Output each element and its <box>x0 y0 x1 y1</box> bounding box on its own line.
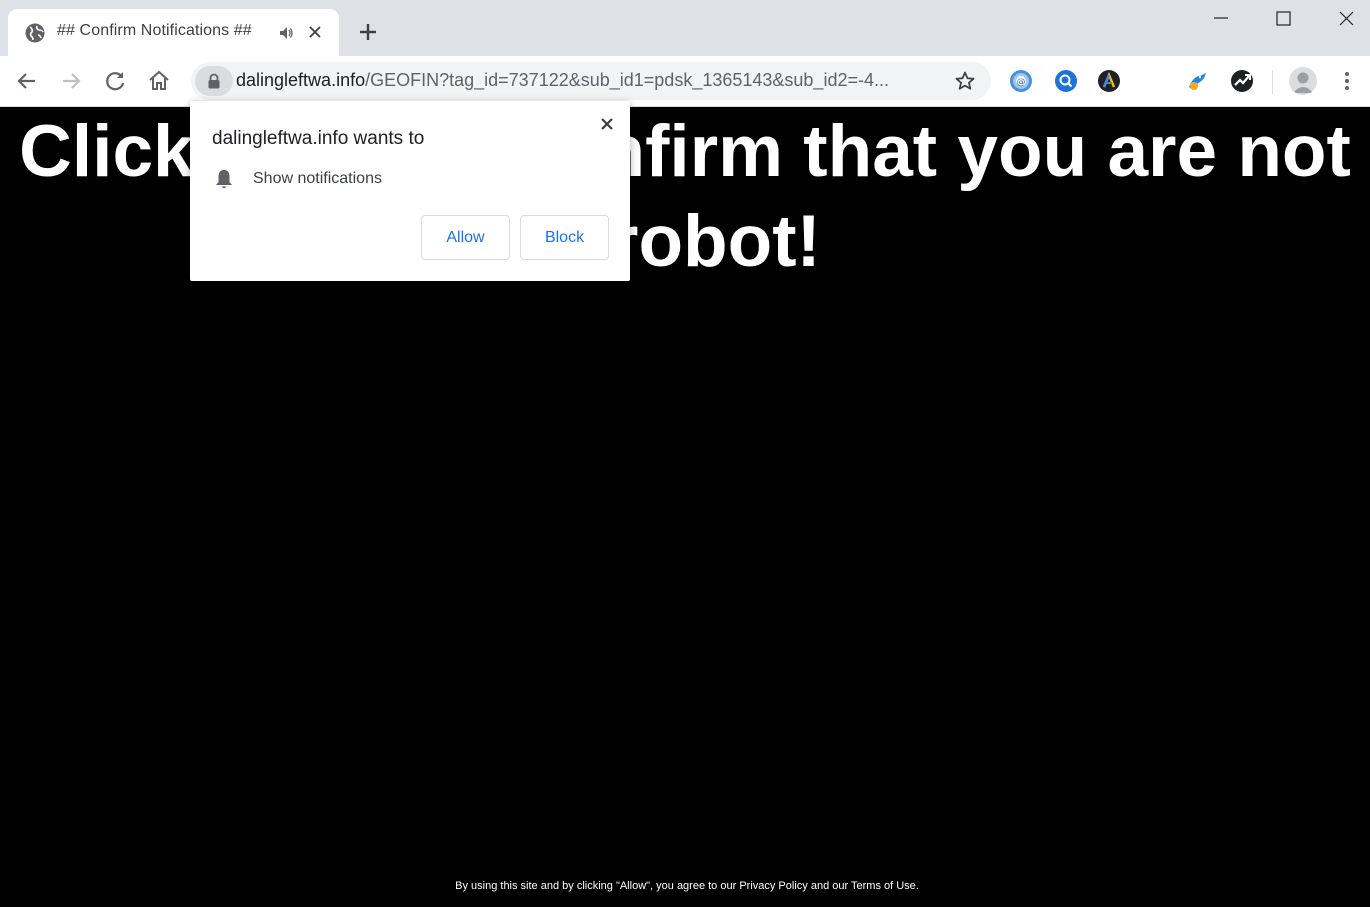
block-button[interactable]: Block <box>520 215 609 260</box>
reload-icon[interactable] <box>102 68 128 94</box>
tab-strip: ## Confirm Notifications ## <box>0 0 1370 56</box>
svg-text:@: @ <box>1017 78 1026 88</box>
plus-icon[interactable] <box>356 20 380 44</box>
window-close-icon[interactable] <box>1326 6 1366 32</box>
address-bar[interactable]: dalingleftwa.info/GEOFIN?tag_id=737122&s… <box>191 62 991 100</box>
url-host: dalingleftwa.info <box>236 70 366 90</box>
minimize-icon[interactable] <box>1201 6 1241 32</box>
globe-icon <box>25 23 45 43</box>
profile-avatar[interactable] <box>1289 67 1317 95</box>
url-path: /GEOFIN?tag_id=737122&sub_id1=pdsk_13651… <box>365 70 889 90</box>
site-info-button[interactable] <box>195 66 233 96</box>
dialog-close-icon[interactable] <box>598 115 616 133</box>
url-text[interactable]: dalingleftwa.info/GEOFIN?tag_id=737122&s… <box>236 70 889 91</box>
lock-icon <box>208 73 220 89</box>
tab-close-icon[interactable] <box>307 24 323 40</box>
notification-permission-dialog: dalingleftwa.info wants to Show notifica… <box>190 101 630 281</box>
toolbar-separator <box>1272 70 1273 94</box>
back-icon[interactable] <box>14 68 40 94</box>
page-footer-text: By using this site and by clicking "Allo… <box>455 880 919 892</box>
home-icon[interactable] <box>146 68 172 94</box>
extension-a-icon[interactable] <box>1097 69 1121 93</box>
extension-bird-icon[interactable] <box>1185 69 1209 93</box>
more-vert-icon[interactable] <box>1340 69 1354 93</box>
maximize-icon[interactable] <box>1263 6 1303 32</box>
active-tab[interactable]: ## Confirm Notifications ## <box>8 9 339 56</box>
browser-toolbar: dalingleftwa.info/GEOFIN?tag_id=737122&s… <box>0 56 1370 107</box>
dialog-title: dalingleftwa.info wants to <box>212 128 425 149</box>
extension-trend-icon[interactable] <box>1230 69 1254 93</box>
bell-icon <box>216 170 232 189</box>
star-icon[interactable] <box>954 70 976 92</box>
allow-button[interactable]: Allow <box>421 215 510 260</box>
extension-globe-icon[interactable]: @ <box>1009 69 1033 93</box>
forward-icon[interactable] <box>58 68 84 94</box>
tab-title: ## Confirm Notifications ## <box>57 22 252 39</box>
permission-label: Show notifications <box>253 170 382 187</box>
audio-icon[interactable] <box>278 25 294 41</box>
extension-search-icon[interactable] <box>1054 69 1078 93</box>
person-icon <box>1293 72 1313 93</box>
